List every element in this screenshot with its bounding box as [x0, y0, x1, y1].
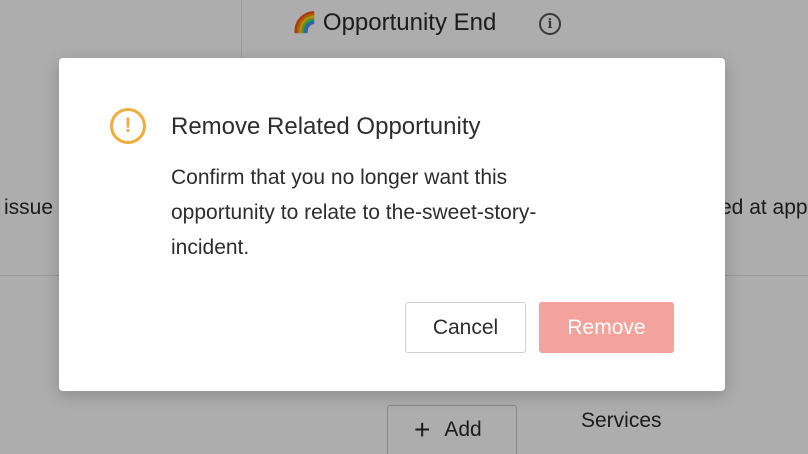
dialog-title: Remove Related Opportunity [171, 113, 481, 140]
remove-button[interactable]: Remove [539, 302, 674, 353]
cancel-button[interactable]: Cancel [405, 302, 526, 353]
remove-related-opportunity-dialog: ! Remove Related Opportunity Confirm tha… [59, 58, 725, 391]
warning-circle-icon: ! [110, 108, 146, 144]
dialog-body-text: Confirm that you no longer want this opp… [171, 166, 537, 259]
